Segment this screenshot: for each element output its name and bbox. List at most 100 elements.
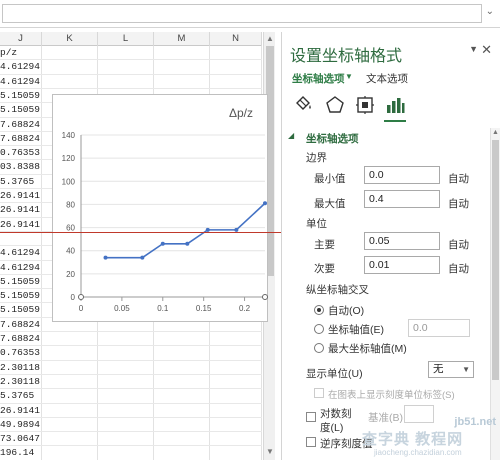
table-cell[interactable]: 03.8388 bbox=[0, 160, 42, 174]
data-point[interactable] bbox=[140, 255, 145, 260]
table-cell[interactable]: 7.68824 bbox=[0, 118, 42, 132]
reverse-order-checkbox[interactable] bbox=[306, 437, 316, 447]
table-cell[interactable]: 4.61294 bbox=[0, 246, 42, 260]
table-cell[interactable]: 2.30118 bbox=[0, 361, 42, 375]
log-scale-checkbox[interactable] bbox=[306, 412, 316, 422]
log-scale-label: 对数刻 bbox=[320, 408, 352, 420]
column-header-l[interactable]: L bbox=[98, 32, 154, 46]
x-tick-label: 0.2 bbox=[239, 304, 251, 313]
scroll-down-icon[interactable]: ▼ bbox=[266, 447, 274, 456]
formula-input[interactable] bbox=[2, 4, 482, 23]
max-label: 最大值 bbox=[314, 198, 346, 210]
tab-axis-options[interactable]: 坐标轴选项 bbox=[292, 71, 345, 86]
size-properties-icon[interactable] bbox=[354, 94, 376, 116]
cross-axis-value-radio[interactable] bbox=[314, 324, 324, 334]
column-header-j[interactable]: J bbox=[0, 32, 42, 46]
column-header-k[interactable]: K bbox=[42, 32, 98, 46]
major-auto-button[interactable]: 自动 bbox=[448, 237, 469, 252]
table-cell[interactable]: 7.68824 bbox=[0, 318, 42, 332]
major-unit-input[interactable]: 0.05 bbox=[364, 232, 440, 250]
column-header-m[interactable]: M bbox=[154, 32, 210, 46]
table-cell[interactable]: 7.68824 bbox=[0, 332, 42, 346]
table-cell[interactable]: 4.61294 bbox=[0, 60, 42, 74]
y-tick-label: 140 bbox=[62, 131, 76, 140]
watermark-line-3: jiaocheng.chazidian.com bbox=[374, 448, 462, 457]
table-cell[interactable]: 5.15059 bbox=[0, 303, 42, 317]
x-tick-label: 0 bbox=[79, 304, 84, 313]
major-label: 主要 bbox=[314, 239, 335, 251]
x-tick-label: 0.1 bbox=[157, 304, 169, 313]
table-cell[interactable] bbox=[0, 232, 42, 246]
cross-auto-radio[interactable] bbox=[314, 305, 324, 315]
cross-axis-value-input[interactable]: 0.0 bbox=[408, 319, 470, 337]
series-line[interactable] bbox=[105, 202, 266, 259]
table-cell[interactable]: 196.14 bbox=[0, 446, 42, 460]
minor-unit-input[interactable]: 0.01 bbox=[364, 256, 440, 274]
table-cell[interactable]: 4.61294 bbox=[0, 75, 42, 89]
pentagon-effects-icon[interactable] bbox=[324, 94, 346, 116]
y-tick-label: 0 bbox=[71, 293, 76, 302]
display-units-select[interactable]: 无 ▼ bbox=[428, 361, 474, 378]
column-headers: JKLMN bbox=[0, 32, 262, 46]
min-auto-button[interactable]: 自动 bbox=[448, 171, 469, 186]
data-point[interactable] bbox=[185, 241, 190, 246]
minor-auto-button[interactable]: 自动 bbox=[448, 261, 469, 276]
show-units-label-checkbox[interactable] bbox=[314, 388, 324, 398]
table-cell[interactable]: 26.9141 bbox=[0, 203, 42, 217]
table-cell[interactable]: 5.15059 bbox=[0, 289, 42, 303]
x-tick-label: 0.05 bbox=[114, 304, 130, 313]
cross-auto-label: 自动(O) bbox=[328, 305, 365, 317]
close-icon[interactable]: ✕ bbox=[481, 42, 492, 58]
max-value-input[interactable]: 0.4 bbox=[364, 190, 440, 208]
minor-label: 次要 bbox=[314, 263, 335, 275]
cross-max-radio[interactable] bbox=[314, 343, 324, 353]
min-value-input[interactable]: 0.0 bbox=[364, 166, 440, 184]
table-cell[interactable]: 4.61294 bbox=[0, 261, 42, 275]
paint-bucket-icon[interactable] bbox=[292, 94, 314, 116]
y-tick-label: 120 bbox=[62, 154, 76, 163]
scroll-up-icon[interactable]: ▲ bbox=[492, 129, 499, 136]
table-cell[interactable]: 5.15059 bbox=[0, 103, 42, 117]
table-cell[interactable]: 5.15059 bbox=[0, 89, 42, 103]
column-header-n[interactable]: N bbox=[210, 32, 262, 46]
pane-scroll-thumb[interactable] bbox=[492, 140, 499, 380]
table-cell[interactable]: 26.9141 bbox=[0, 218, 42, 232]
pane-options-dropdown-icon[interactable]: ▼ bbox=[469, 44, 478, 54]
table-cell[interactable]: 73.0647 bbox=[0, 432, 42, 446]
expand-formula-chevron-icon[interactable]: ⌄ bbox=[486, 6, 494, 17]
table-cell[interactable]: 5.15059 bbox=[0, 275, 42, 289]
scroll-up-icon[interactable]: ▲ bbox=[266, 34, 274, 43]
table-cell[interactable]: 0.76353 bbox=[0, 346, 42, 360]
max-auto-button[interactable]: 自动 bbox=[448, 196, 469, 211]
pane-vertical-scrollbar[interactable]: ▲ bbox=[490, 128, 500, 460]
y-tick-label: 80 bbox=[66, 200, 75, 209]
line-chart[interactable]: 0 20 40 60 80 100 120 140 0 0.05 0.1 0.15 0.2 Δp/z bbox=[52, 94, 268, 322]
table-cell[interactable]: 5.3765 bbox=[0, 175, 42, 189]
table-cell[interactable]: 26.9141 bbox=[0, 404, 42, 418]
section-axis-options[interactable]: 坐标轴选项 bbox=[306, 131, 359, 146]
bar-chart-icon[interactable] bbox=[384, 94, 406, 116]
data-point[interactable] bbox=[263, 201, 267, 206]
data-point[interactable] bbox=[103, 255, 108, 260]
data-point[interactable] bbox=[160, 241, 165, 246]
table-cell[interactable]: 7.68824 bbox=[0, 132, 42, 146]
table-cell[interactable]: 0.76353 bbox=[0, 146, 42, 160]
collapse-triangle-icon[interactable]: ◢ bbox=[288, 131, 294, 140]
formula-bar: ⌄ bbox=[0, 0, 500, 28]
display-units-label: 显示单位(U) bbox=[306, 368, 363, 380]
axis-selection-handle[interactable] bbox=[262, 294, 268, 300]
chevron-down-icon[interactable]: ▼ bbox=[345, 72, 353, 81]
pane-title: 设置坐标轴格式 bbox=[290, 48, 403, 65]
table-cell[interactable]: 2.30118 bbox=[0, 375, 42, 389]
cross-axis-value-label: 坐标轴值(E) bbox=[328, 324, 384, 336]
y-tick-label: 20 bbox=[66, 270, 75, 279]
table-cell[interactable]: 26.9141 bbox=[0, 189, 42, 203]
units-label: 单位 bbox=[306, 218, 327, 230]
table-cell[interactable]: 5.3765 bbox=[0, 389, 42, 403]
table-cell[interactable]: p/z bbox=[0, 46, 42, 60]
tab-text-options[interactable]: 文本选项 bbox=[366, 71, 408, 86]
table-cell[interactable]: 49.9894 bbox=[0, 418, 42, 432]
x-tick-label: 0.15 bbox=[196, 304, 212, 313]
axis-selection-handle[interactable] bbox=[78, 294, 84, 300]
chevron-down-icon: ▼ bbox=[462, 365, 470, 374]
